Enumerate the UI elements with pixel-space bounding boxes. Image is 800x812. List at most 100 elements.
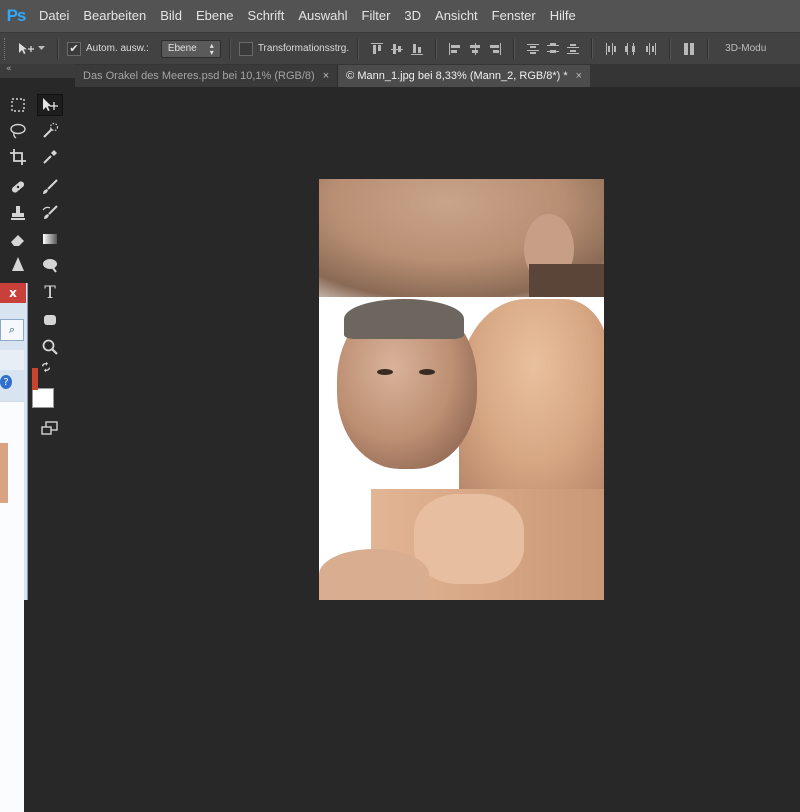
collapse-arrows-icon[interactable]: « [6,64,12,74]
image-strip-bottom [319,489,604,600]
distribute-bottom-button[interactable] [563,39,583,59]
window-toolbar [0,350,24,370]
distribute-right-icon [645,42,657,55]
quick-selection-tool[interactable] [37,120,63,142]
swap-arrows-icon [42,361,50,373]
background-color-swatch[interactable] [32,388,54,408]
rounded-rectangle-icon [44,315,56,325]
dodge-icon [43,259,57,273]
blur-drop-icon [12,257,24,271]
dodge-tool[interactable] [37,254,63,276]
eyedropper-tool[interactable] [37,146,63,168]
marquee-icon [11,98,25,112]
screen-mode-button[interactable] [37,418,63,440]
transform-controls-checkbox[interactable] [238,41,253,56]
window-image-thumbnail[interactable] [0,443,8,503]
separator [57,38,59,59]
close-icon[interactable]: × [576,65,582,87]
eraser-icon [11,235,24,246]
3d-mode-label[interactable]: 3D-Modu [725,43,766,54]
move-arrow-icon [43,98,58,111]
align-vcenter-icon [391,43,404,55]
clone-stamp-tool[interactable] [5,202,31,224]
foreground-color-swatch[interactable] [32,368,38,390]
shape-tool[interactable] [37,309,63,331]
window-close-button[interactable]: x [0,283,26,303]
separator [591,38,594,59]
history-brush-tool[interactable] [37,202,63,224]
history-brush-icon [42,205,58,219]
updown-chevron-icon: ▴ ▾ [209,40,214,57]
align-top-edges-button[interactable] [367,39,387,59]
align-hcenter-icon [469,42,481,55]
menu-ebene[interactable]: Ebene [189,0,241,32]
document-canvas[interactable] [319,179,604,600]
eraser-tool[interactable] [5,228,31,250]
image-lower-arm [319,549,429,600]
help-icon[interactable]: ? [0,375,12,389]
lasso-icon [10,123,26,139]
menu-bearbeiten[interactable]: Bearbeiten [76,0,153,32]
auto-select-label: Autom. ausw.: [86,43,149,54]
window-search-button[interactable]: ⌕ [0,319,24,341]
separator [228,38,231,59]
distribute-vcenter-button[interactable] [543,39,563,59]
separator [669,38,672,59]
photoshop-logo: Ps [6,6,27,25]
brush-tool[interactable] [37,176,63,198]
distribute-hcenter-button[interactable] [621,39,641,59]
type-tool[interactable]: T [37,282,63,304]
menu-hilfe[interactable]: Hilfe [543,0,583,32]
distribute-bottom-icon [567,43,580,55]
spot-healing-brush-tool[interactable] [5,176,31,198]
zoom-tool[interactable] [37,336,63,358]
align-bottom-edges-button[interactable] [407,39,427,59]
options-bar-grip[interactable] [4,37,13,60]
menu-auswahl[interactable]: Auswahl [291,0,354,32]
auto-align-layers-button[interactable] [679,39,699,59]
options-bar: ✔ Autom. ausw.: Ebene ▴ ▾ Transformations… [0,32,800,64]
menu-bild[interactable]: Bild [153,0,189,32]
menu-datei[interactable]: Datei [32,0,76,32]
auto-select-checkbox[interactable]: ✔ [67,41,81,56]
align-left-edges-button[interactable] [445,39,465,59]
move-tool[interactable] [37,94,63,116]
distribute-right-button[interactable] [641,39,661,59]
menu-schrift[interactable]: Schrift [241,0,292,32]
gradient-icon [43,234,57,244]
tools-panel-header[interactable]: « [0,64,75,78]
align-vertical-centers-button[interactable] [387,39,407,59]
menu-bar: Ps Datei Bearbeiten Bild Ebene Schrift A… [0,0,800,32]
swap-colors-button[interactable] [37,360,55,374]
image-strip-top [319,179,604,297]
align-right-edges-button[interactable] [485,39,505,59]
menu-filter[interactable]: Filter [355,0,398,32]
background-window[interactable]: x ⌕ ? [0,283,28,812]
blur-tool[interactable] [5,254,31,276]
close-icon[interactable]: × [323,65,329,87]
menu-fenster[interactable]: Fenster [485,0,543,32]
menu-ansicht[interactable]: Ansicht [428,0,485,32]
distribute-left-button[interactable] [601,39,621,59]
lasso-tool[interactable] [5,120,31,142]
auto-select-value: Ebene [167,43,197,54]
rectangular-marquee-tool[interactable] [5,94,31,116]
gradient-tool[interactable] [37,228,63,250]
align-horizontal-centers-button[interactable] [465,39,485,59]
align-bottom-icon [411,43,424,55]
auto-select-dropdown[interactable]: Ebene ▴ ▾ [160,39,221,58]
tool-preset-picker[interactable] [13,38,49,60]
tab-mann-1[interactable]: © Mann_1.jpg bei 8,33% (Mann_2, RGB/8*) … [338,65,591,87]
close-icon: x [9,286,17,300]
stamp-icon [11,206,25,220]
image-shoulder [459,299,604,489]
transform-controls-label: Transformationsstrg. [257,43,350,54]
tab-orakel-des-meeres[interactable]: Das Orakel des Meeres.psd bei 10,1% (RGB… [75,65,339,87]
distribute-top-icon [527,43,540,55]
brush-icon [43,179,58,194]
menu-3d[interactable]: 3D [397,0,428,32]
separator [707,38,710,59]
canvas-workspace[interactable] [75,87,800,600]
crop-tool[interactable] [5,146,31,168]
distribute-top-button[interactable] [523,39,543,59]
